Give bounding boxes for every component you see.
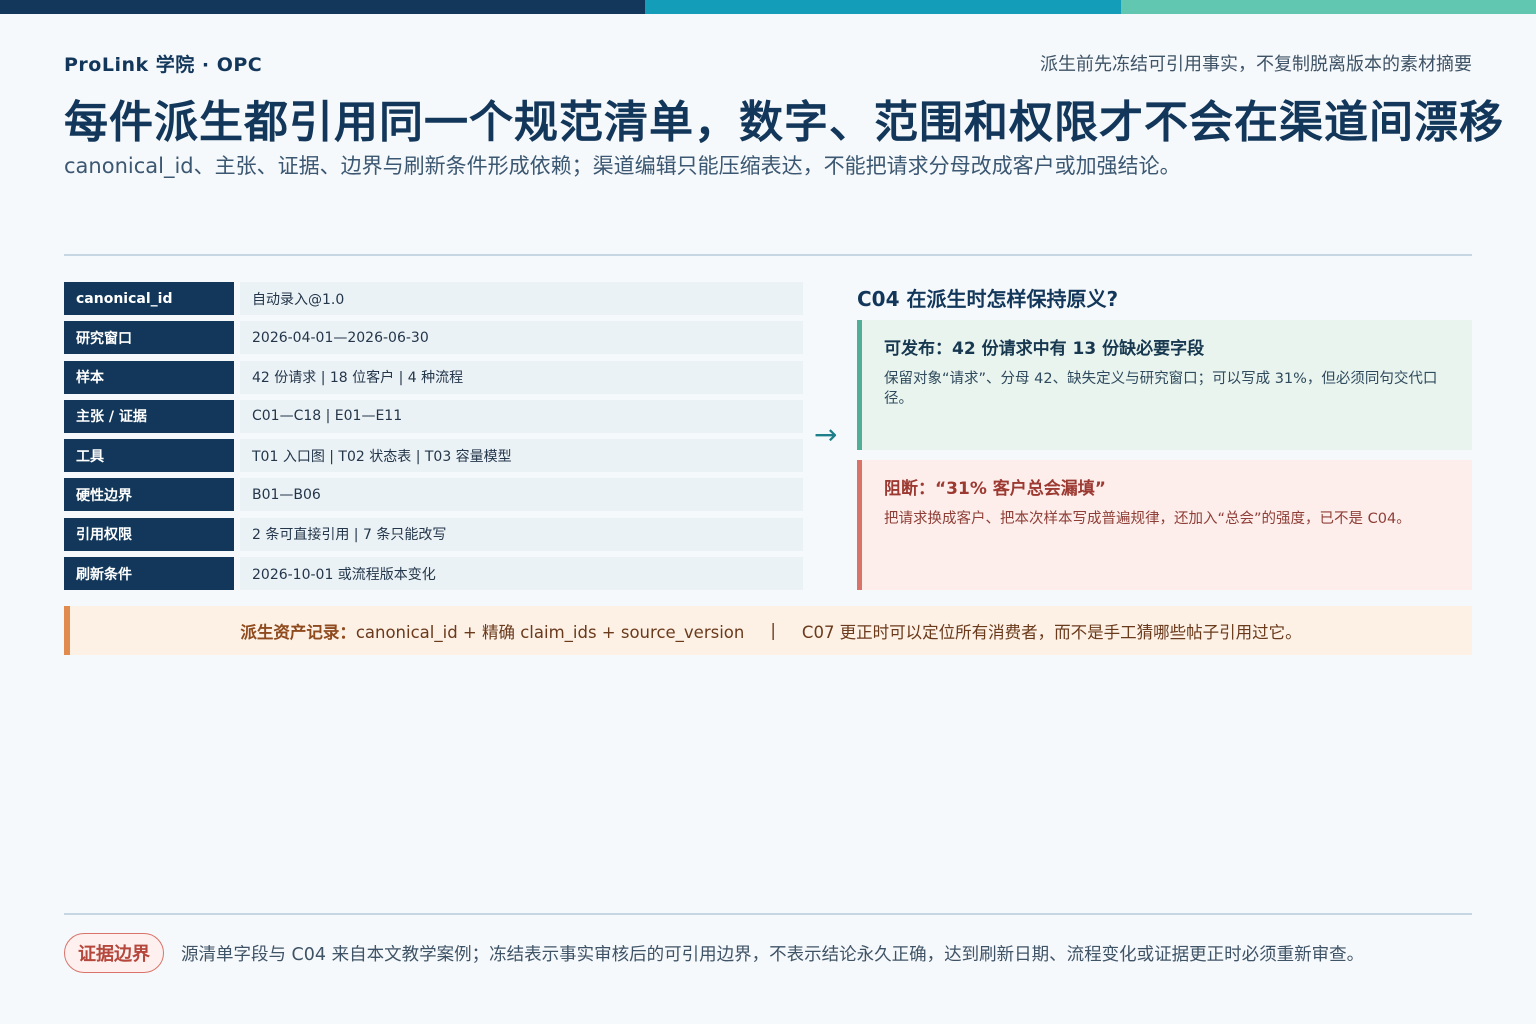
record-separator: | xyxy=(770,621,776,640)
table-row: 引用权限 2 条可直接引用 | 7 条只能改写 xyxy=(64,517,803,551)
page-title: 每件派生都引用同一个规范清单，数字、范围和权限才不会在渠道间漂移 xyxy=(64,97,1504,148)
row-key: 引用权限 xyxy=(64,517,234,551)
divider-top xyxy=(64,254,1472,256)
row-value: 2 条可直接引用 | 7 条只能改写 xyxy=(240,517,803,551)
top-color-bar xyxy=(0,0,1536,14)
row-value: 42 份请求 | 18 位客户 | 4 种流程 xyxy=(240,360,803,394)
row-value: B01—B06 xyxy=(240,478,803,512)
card-title: 阻断：“31% 客户总会漏填” xyxy=(884,479,1106,499)
table-row: 工具 T01 入口图 | T02 状态表 | T03 容量模型 xyxy=(64,439,803,473)
divider-bottom xyxy=(64,913,1472,915)
card-title: 可发布：42 份请求中有 13 份缺必要字段 xyxy=(884,339,1205,359)
table-row: 主张 / 证据 C01—C18 | E01—E11 xyxy=(64,399,803,433)
table-row: 研究窗口 2026-04-01—2026-06-30 xyxy=(64,321,803,355)
row-key: 研究窗口 xyxy=(64,321,234,355)
row-key: canonical_id xyxy=(64,282,234,315)
footer: 证据边界 源清单字段与 C04 来自本文教学案例；冻结表示事实审核后的可引用边界… xyxy=(64,933,1364,973)
row-value: T01 入口图 | T02 状态表 | T03 容量模型 xyxy=(240,439,803,473)
blocked-example-card: 阻断：“31% 客户总会漏填” 把请求换成客户、把本次样本写成普遍规律，还加入“… xyxy=(857,460,1472,590)
derived-asset-record-banner: 派生资产记录： canonical_id + 精确 claim_ids + so… xyxy=(64,606,1472,655)
evidence-boundary-badge: 证据边界 xyxy=(64,933,164,973)
page-subtitle: canonical_id、主张、证据、边界与刷新条件形成依赖；渠道编辑只能压缩表… xyxy=(64,154,1181,178)
row-key: 样本 xyxy=(64,360,234,394)
table-row: canonical_id 自动录入@1.0 xyxy=(64,282,803,315)
record-note: C07 更正时可以定位所有消费者，而不是手工猜哪些帖子引用过它。 xyxy=(801,622,1302,642)
row-key: 主张 / 证据 xyxy=(64,399,234,433)
page-tagline: 派生前先冻结可引用事实，不复制脱离版本的素材摘要 xyxy=(1040,54,1472,75)
row-key: 硬性边界 xyxy=(64,478,234,512)
row-value: 2026-04-01—2026-06-30 xyxy=(240,321,803,355)
row-value: 自动录入@1.0 xyxy=(240,282,803,315)
table-row: 样本 42 份请求 | 18 位客户 | 4 种流程 xyxy=(64,360,803,394)
arrow-right-icon: → xyxy=(814,418,838,451)
card-body: 保留对象“请求”、分母 42、缺失定义与研究窗口；可以写成 31%，但必须同句交… xyxy=(884,371,1438,407)
top-bar-segment-navy xyxy=(0,0,645,14)
brand-label: ProLink 学院 · OPC xyxy=(64,54,263,76)
record-formula: canonical_id + 精确 claim_ids + source_ver… xyxy=(355,622,745,642)
record-label: 派生资产记录： xyxy=(240,622,356,642)
table-row: 刷新条件 2026-10-01 或流程版本变化 xyxy=(64,557,803,591)
right-panel-title: C04 在派生时怎样保持原义? xyxy=(857,287,1119,311)
table-row: 硬性边界 B01—B06 xyxy=(64,478,803,512)
top-bar-segment-mint xyxy=(1121,0,1536,14)
footer-note: 源清单字段与 C04 来自本文教学案例；冻结表示事实审核后的可引用边界，不表示结… xyxy=(181,944,1365,965)
card-body: 把请求换成客户、把本次样本写成普遍规律，还加入“总会”的强度，已不是 C04。 xyxy=(884,511,1411,527)
publishable-example-card: 可发布：42 份请求中有 13 份缺必要字段 保留对象“请求”、分母 42、缺失… xyxy=(857,320,1472,450)
row-key: 刷新条件 xyxy=(64,557,234,591)
canonical-manifest-table: canonical_id 自动录入@1.0 研究窗口 2026-04-01—20… xyxy=(64,282,803,596)
row-value: C01—C18 | E01—E11 xyxy=(240,399,803,433)
top-bar-segment-teal xyxy=(645,0,1121,14)
row-value: 2026-10-01 或流程版本变化 xyxy=(240,557,803,591)
row-key: 工具 xyxy=(64,439,234,473)
